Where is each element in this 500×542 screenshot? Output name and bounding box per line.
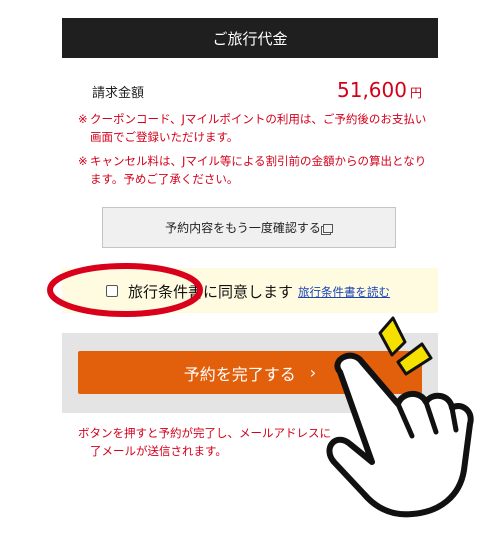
review-booking-button[interactable]: 予約内容をもう一度確認する <box>102 207 396 248</box>
read-terms-link[interactable]: 旅行条件書を読む <box>298 284 390 300</box>
price-section-header: ご旅行代金 <box>62 18 438 58</box>
hand-crease <box>449 405 459 433</box>
external-window-icon <box>322 224 333 233</box>
notice-mark: ※ <box>78 112 88 126</box>
billing-amount-row: 請求金額 51,600 円 <box>92 78 422 102</box>
billing-amount-label: 請求金額 <box>92 86 145 101</box>
coupon-notice-text: クーポンコード、Jマイルポイントの利用は、ご予約後のお支払い画面でご登録いただけ… <box>90 112 427 144</box>
chevron-right-icon: › <box>309 363 317 382</box>
submit-notice: ボタンを押すと予約が完了し、メールアドレスに 了メールが送信されます。 <box>78 424 438 460</box>
billing-amount-value: 51,600 円 <box>337 78 422 102</box>
cancellation-notice: ※ キャンセル料は、Jマイル等による割引前の金額からの算出となります。予めご了承… <box>78 152 428 188</box>
amount-unit: 円 <box>409 86 422 100</box>
cancellation-notice-text: キャンセル料は、Jマイル等による割引前の金額からの算出となります。予めご了承くだ… <box>90 154 427 186</box>
review-booking-label: 予約内容をもう一度確認する <box>165 221 321 235</box>
notice-mark: ※ <box>78 154 88 168</box>
terms-agree-checkbox[interactable] <box>106 285 118 297</box>
complete-booking-label: 予約を完了する <box>183 364 296 384</box>
amount-number: 51,600 <box>337 78 407 102</box>
submit-notice-line1: ボタンを押すと予約が完了し、メールアドレスに <box>78 426 331 440</box>
coupon-notice: ※ クーポンコード、Jマイルポイントの利用は、ご予約後のお支払い画面でご登録いた… <box>78 110 428 146</box>
header-title: ご旅行代金 <box>212 29 288 48</box>
complete-booking-button[interactable]: 予約を完了する › <box>78 351 422 394</box>
terms-agree-label[interactable]: 旅行条件書に同意します <box>128 281 293 302</box>
submit-notice-line2: 了メールが送信されます。 <box>90 444 227 458</box>
